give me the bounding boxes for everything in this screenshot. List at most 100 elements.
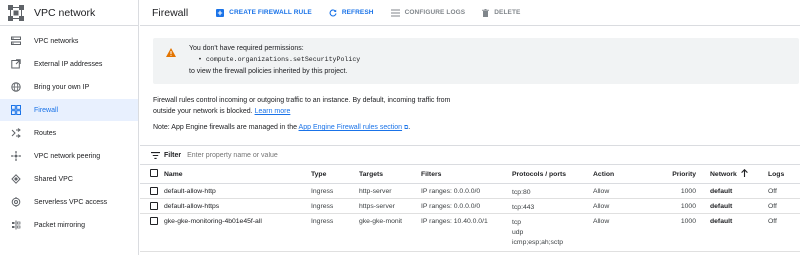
configure-logs-button[interactable]: CONFIGURE LOGS <box>390 8 466 17</box>
sidebar-item-label: VPC networks <box>34 37 79 45</box>
sidebar-item-firewall[interactable]: Firewall <box>0 99 138 121</box>
filter-icon <box>151 151 160 159</box>
sidebar-item-packet-mirroring[interactable]: Packet mirroring <box>0 214 138 236</box>
refresh-button[interactable]: REFRESH <box>329 8 374 17</box>
rule-network[interactable]: default <box>710 213 768 252</box>
main-content: Firewall CREATE FIREWALL RULE REFRESH CO… <box>140 0 800 255</box>
table-row[interactable]: default-allow-http Ingress http-server I… <box>140 183 800 199</box>
row-checkbox-cell <box>140 183 164 199</box>
delete-button[interactable]: DELETE <box>482 8 520 17</box>
protocol-entry: tcp:80 <box>512 188 531 196</box>
table-row[interactable]: default-allow-https Ingress https-server… <box>140 198 800 214</box>
rule-action: Allow <box>593 198 653 214</box>
column-header-type[interactable]: Type <box>311 166 359 184</box>
refresh-icon <box>329 8 337 17</box>
sidebar-item-label: Shared VPC <box>34 175 73 183</box>
rule-type: Ingress <box>311 183 359 199</box>
shared-vpc-icon <box>11 174 21 184</box>
sidebar-item-serverless-vpc-access[interactable]: Serverless VPC access <box>0 191 138 213</box>
filter-bar: Filter <box>140 145 800 165</box>
rule-targets: gke-gke-monit <box>359 213 421 252</box>
sidebar: VPC network VPC networks External IP add… <box>0 0 139 255</box>
page-toolbar: Firewall CREATE FIREWALL RULE REFRESH CO… <box>140 0 800 26</box>
rule-action: Allow <box>593 213 653 252</box>
note-prefix: Note: App Engine firewalls are managed i… <box>153 124 297 131</box>
column-header-name[interactable]: Name <box>164 166 311 184</box>
rule-protocols: tcp udp icmp;esp;ah;sctp <box>512 213 593 252</box>
packet-mirroring-icon <box>11 220 21 230</box>
sidebar-nav: VPC networks External IP addresses Bring… <box>0 26 138 236</box>
warning-permission: • compute.organizations.setSecurityPolic… <box>198 56 361 63</box>
rule-name[interactable]: gke-gke-monitoring-4b01e45f-all <box>164 213 311 252</box>
serverless-icon <box>11 197 21 207</box>
learn-more-link[interactable]: Learn more <box>255 108 291 115</box>
rule-logs: Off <box>768 198 800 214</box>
rule-action: Allow <box>593 183 653 199</box>
protocol-entry: tcp:443 <box>512 203 535 211</box>
create-firewall-rule-button[interactable]: CREATE FIREWALL RULE <box>216 8 312 17</box>
column-header-network[interactable]: Network <box>710 166 768 184</box>
sidebar-item-bring-your-own-ip[interactable]: Bring your own IP <box>0 76 138 98</box>
rule-network[interactable]: default <box>710 198 768 214</box>
column-header-targets[interactable]: Targets <box>359 166 421 184</box>
rule-name[interactable]: default-allow-https <box>164 198 311 214</box>
rule-network[interactable]: default <box>710 183 768 199</box>
firewall-rules-table: Name Type Targets Filters Protocols / po… <box>140 166 800 252</box>
warning-detail: to view the firewall policies inherited … <box>189 68 348 75</box>
rule-name[interactable]: default-allow-http <box>164 183 311 199</box>
sidebar-item-external-ip-addresses[interactable]: External IP addresses <box>0 53 138 75</box>
sidebar-item-label: VPC network peering <box>34 152 101 160</box>
app-engine-firewall-link[interactable]: App Engine Firewall rules section <box>299 124 403 131</box>
rule-type: Ingress <box>311 198 359 214</box>
filter-label: Filter <box>164 151 182 159</box>
rule-targets: http-server <box>359 183 421 199</box>
sidebar-item-shared-vpc[interactable]: Shared VPC <box>0 168 138 190</box>
peering-icon <box>11 151 21 161</box>
sort-ascending-icon[interactable] <box>741 169 748 179</box>
filter-input[interactable] <box>187 151 388 159</box>
rule-logs: Off <box>768 213 800 252</box>
rule-filters: IP ranges: 10.40.0.0/1 <box>421 213 512 252</box>
byoip-globe-icon <box>11 82 21 92</box>
select-all-checkbox[interactable] <box>150 169 158 178</box>
row-checkbox[interactable] <box>150 186 158 195</box>
column-header-filters[interactable]: Filters <box>421 166 512 184</box>
description-text: Firewall rules control incoming or outgo… <box>153 97 451 115</box>
network-header-label: Network <box>710 171 737 179</box>
column-header-protocols[interactable]: Protocols / ports <box>512 166 593 184</box>
table-header-row: Name Type Targets Filters Protocols / po… <box>140 166 800 184</box>
rule-protocols: tcp:80 <box>512 183 593 199</box>
routes-icon <box>11 128 21 138</box>
rule-targets: https-server <box>359 198 421 214</box>
external-ip-icon <box>11 59 21 69</box>
firewall-description: Firewall rules control incoming or outgo… <box>153 95 453 117</box>
create-firewall-rule-label: CREATE FIREWALL RULE <box>229 9 312 16</box>
sidebar-item-routes[interactable]: Routes <box>0 122 138 144</box>
page-title: Firewall <box>152 6 189 19</box>
sidebar-item-vpc-network-peering[interactable]: VPC network peering <box>0 145 138 167</box>
column-header-action[interactable]: Action <box>593 166 653 184</box>
sidebar-item-label: Firewall <box>34 106 59 114</box>
sidebar-item-label: External IP addresses <box>34 60 103 68</box>
app-engine-note: Note: App Engine firewalls are managed i… <box>153 124 410 132</box>
rule-filters: IP ranges: 0.0.0.0/0 <box>421 198 512 214</box>
rule-priority: 1000 <box>653 198 710 214</box>
protocol-entry: tcp <box>512 218 522 226</box>
column-header-priority[interactable]: Priority <box>653 166 710 184</box>
rule-filters: IP ranges: 0.0.0.0/0 <box>421 183 512 199</box>
table-row[interactable]: gke-gke-monitoring-4b01e45f-all Ingress … <box>140 213 800 252</box>
rule-priority: 1000 <box>653 183 710 199</box>
trash-icon <box>482 8 490 17</box>
row-checkbox[interactable] <box>150 201 158 210</box>
rule-type: Ingress <box>311 213 359 252</box>
sidebar-title: VPC network <box>34 6 96 19</box>
sidebar-item-vpc-networks[interactable]: VPC networks <box>0 30 138 52</box>
vpc-network-logo-icon <box>8 4 24 21</box>
note-suffix: . <box>408 124 411 131</box>
rule-protocols: tcp:443 <box>512 198 593 214</box>
row-checkbox-cell <box>140 213 164 252</box>
vpc-networks-icon <box>11 36 21 46</box>
sidebar-item-label: Routes <box>34 129 57 137</box>
column-header-logs[interactable]: Logs <box>768 166 800 184</box>
row-checkbox[interactable] <box>150 216 158 225</box>
